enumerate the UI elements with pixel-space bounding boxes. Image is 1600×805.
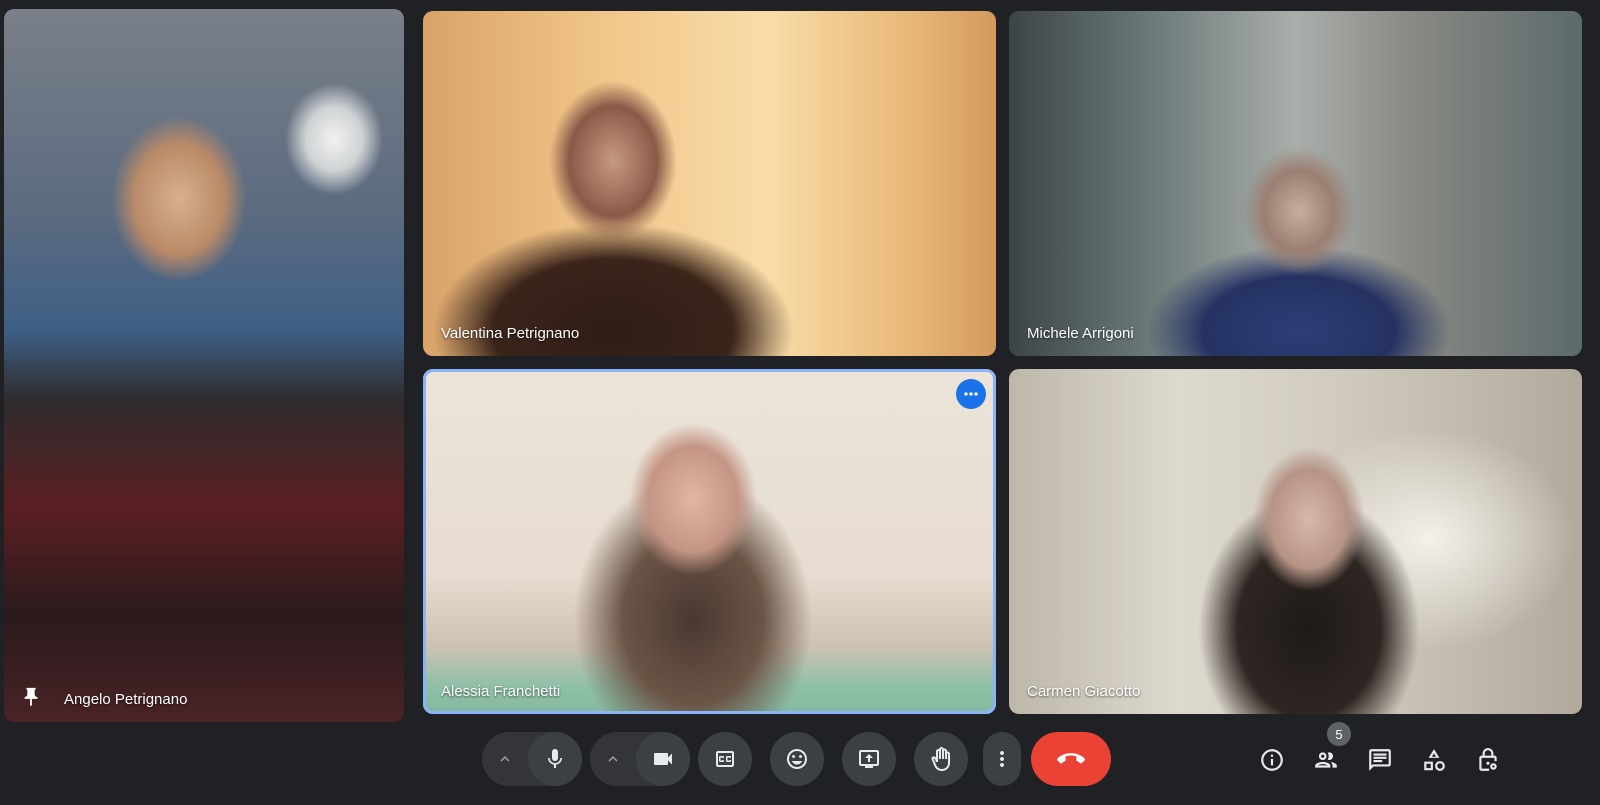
audio-control-group xyxy=(482,732,582,786)
more-vert-icon xyxy=(1000,751,1004,767)
meeting-details-button[interactable] xyxy=(1252,740,1292,780)
closed-caption-icon xyxy=(716,751,734,767)
participant-tile-carmen[interactable]: Carmen Giacotto xyxy=(1009,369,1582,714)
captions-button[interactable] xyxy=(698,732,752,786)
people-icon xyxy=(1315,752,1337,768)
participant-name: Alessia Franchetti xyxy=(441,683,561,700)
emoji-icon xyxy=(787,749,807,769)
activities-icon xyxy=(1424,749,1445,771)
raise-hand-icon xyxy=(931,747,950,771)
participants-count-badge: 5 xyxy=(1327,722,1351,746)
videocam-icon xyxy=(654,753,672,765)
participant-name: Michele Arrigoni xyxy=(1027,325,1134,342)
people-button[interactable] xyxy=(1306,740,1346,780)
participant-name: Valentina Petrignano xyxy=(441,325,580,342)
present-screen-icon xyxy=(859,750,879,768)
reactions-button[interactable] xyxy=(770,732,824,786)
mic-icon xyxy=(548,749,562,768)
participant-tile-angelo[interactable]: Angelo Petrignano xyxy=(4,9,404,722)
pin-icon[interactable] xyxy=(20,686,42,708)
host-controls-button[interactable] xyxy=(1468,740,1508,780)
mic-button[interactable] xyxy=(528,732,582,786)
chat-icon xyxy=(1369,749,1391,771)
call-end-icon xyxy=(1057,753,1085,764)
end-call-button[interactable] xyxy=(1031,732,1111,786)
present-button[interactable] xyxy=(842,732,896,786)
video-options-button[interactable] xyxy=(590,732,636,786)
audio-options-button[interactable] xyxy=(482,732,528,786)
participant-tile-michele[interactable]: Michele Arrigoni xyxy=(1009,11,1582,356)
chat-button[interactable] xyxy=(1360,740,1400,780)
raise-hand-button[interactable] xyxy=(914,732,968,786)
participant-name: Angelo Petrignano xyxy=(64,691,188,708)
more-options-button[interactable] xyxy=(983,732,1021,786)
participant-name: Carmen Giacotto xyxy=(1027,683,1141,700)
participant-tile-alessia[interactable]: Alessia Franchetti xyxy=(423,369,996,714)
info-icon xyxy=(1261,749,1283,771)
camera-button[interactable] xyxy=(636,732,690,786)
activities-button[interactable] xyxy=(1414,740,1454,780)
participant-tile-valentina[interactable]: Valentina Petrignano xyxy=(423,11,996,356)
host-controls-icon xyxy=(1479,748,1497,771)
video-control-group xyxy=(590,732,690,786)
more-options-icon[interactable] xyxy=(956,379,986,409)
